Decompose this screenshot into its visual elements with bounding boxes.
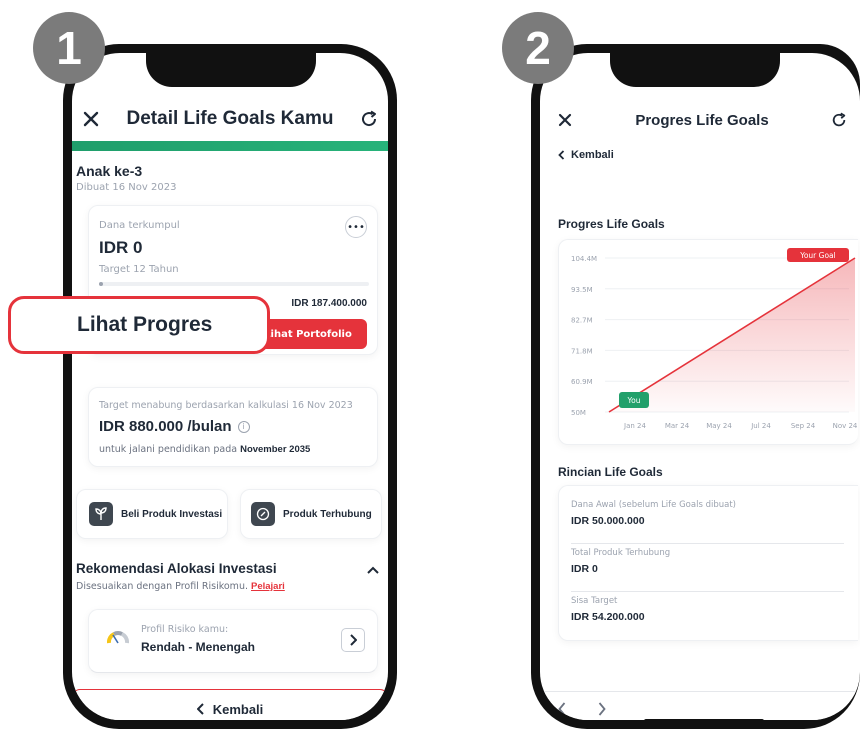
- y-tick-label: 71.8M: [571, 347, 593, 355]
- recommendation-title: Rekomendasi Alokasi Investasi: [76, 561, 277, 576]
- y-tick-label: 60.9M: [571, 378, 593, 386]
- chevron-left-icon: [196, 703, 205, 715]
- risk-gauge-icon: [107, 626, 129, 648]
- nav-back-icon[interactable]: [558, 702, 566, 716]
- more-options-icon[interactable]: •••: [345, 216, 367, 238]
- x-tick-label: Jul 24: [750, 422, 771, 430]
- step-badge-2: 2: [502, 12, 574, 84]
- risk-profile-card[interactable]: Profil Risiko kamu: Rendah - Menengah: [88, 609, 378, 673]
- recommendation-subtitle: Disesuaikan dengan Profil Risikomu. Pela…: [76, 581, 285, 592]
- progress-chart-card: 104.4M 93.5M 82.7M 71.8M 60.9M 50M Jan 24 Mar 2…: [558, 239, 858, 445]
- saving-note: Target menabung berdasarkan kalkulasi 16…: [99, 400, 353, 411]
- x-tick-label: Jan 24: [623, 422, 646, 430]
- y-tick-label: 93.5M: [571, 286, 593, 294]
- phone-1: Detail Life Goals Kamu Anak ke-3 Dibuat …: [63, 44, 397, 729]
- recommendation-subtitle-text: Disesuaikan dengan Profil Risikomu.: [76, 581, 251, 592]
- back-button-label: Kembali: [212, 701, 264, 717]
- close-icon[interactable]: [78, 106, 104, 132]
- fund-target: Target 12 Tahun: [99, 264, 179, 275]
- detail-value: IDR 54.200.000: [571, 611, 645, 623]
- detail-label: Sisa Target: [571, 596, 618, 606]
- saving-target-card: Target menabung berdasarkan kalkulasi 16…: [88, 387, 378, 467]
- buy-investment-label: Beli Produk Investasi: [121, 508, 223, 520]
- top-bar: Progres Life Goals: [540, 105, 860, 135]
- fund-label: Dana terkumpul: [99, 220, 180, 231]
- phone-2-screen: Progres Life Goals Kembali Progres Life …: [540, 53, 860, 720]
- y-tick-label: 50M: [571, 409, 586, 417]
- phone-2: Progres Life Goals Kembali Progres Life …: [531, 44, 860, 729]
- detail-label: Total Produk Terhubung: [571, 548, 671, 558]
- chevron-up-icon[interactable]: [364, 561, 382, 579]
- fund-goal-amount: IDR 187.400.000: [291, 298, 367, 309]
- goal-name: Anak ke-3: [76, 163, 143, 179]
- detail-value: IDR 0: [571, 563, 598, 575]
- you-label: You: [627, 396, 641, 405]
- details-title: Rincian Life Goals: [558, 465, 663, 479]
- x-tick-label: Nov 24: [833, 422, 858, 430]
- page-title: Detail Life Goals Kamu: [126, 108, 334, 129]
- notch: [610, 53, 780, 87]
- back-button[interactable]: Kembali: [72, 689, 388, 720]
- y-tick-label: 82.7M: [571, 317, 593, 325]
- view-portfolio-label: Lihat Portofolio: [264, 328, 352, 340]
- refresh-icon[interactable]: [828, 109, 850, 131]
- chevron-left-icon: [558, 150, 565, 160]
- goal-created-date: Dibuat 16 Nov 2023: [76, 182, 177, 193]
- saving-purpose-prefix: untuk jalani pendidikan pada: [99, 444, 241, 455]
- page-title: Progres Life Goals: [635, 111, 769, 129]
- chevron-right-icon[interactable]: [341, 628, 365, 652]
- nav-forward-icon[interactable]: [598, 702, 606, 716]
- saving-purpose-date: November 2035: [240, 444, 311, 455]
- x-tick-label: Sep 24: [791, 422, 816, 430]
- stage: 1 2 Detail Life Goals Kamu Anak ke-3 Dib…: [0, 0, 860, 729]
- y-tick-label: 104.4M: [571, 255, 597, 263]
- browser-nav-bar: [540, 691, 860, 720]
- saving-amount-row: IDR 880.000 /bulan i: [99, 418, 250, 435]
- link-icon: [251, 502, 275, 526]
- home-indicator: [644, 719, 764, 720]
- fund-progress-track: [99, 282, 369, 286]
- risk-label: Profil Risiko kamu:: [141, 624, 229, 635]
- phone-1-screen: Detail Life Goals Kamu Anak ke-3 Dibuat …: [72, 53, 388, 720]
- x-tick-label: May 24: [706, 422, 732, 430]
- refresh-icon[interactable]: [356, 106, 382, 132]
- top-bar: Detail Life Goals Kamu: [72, 103, 388, 135]
- saving-purpose: untuk jalani pendidikan pada November 20…: [99, 444, 310, 455]
- saving-amount: IDR 880.000 /bulan: [99, 418, 232, 435]
- linked-products-button[interactable]: Produk Terhubung: [240, 489, 382, 539]
- view-progress-callout[interactable]: Lihat Progres: [8, 296, 270, 354]
- risk-value: Rendah - Menengah: [141, 640, 256, 654]
- learn-link[interactable]: Pelajari: [251, 581, 285, 592]
- step-badge-1: 1: [33, 12, 105, 84]
- details-card: Dana Awal (sebelum Life Goals dibuat) IDR…: [558, 485, 858, 641]
- fund-amount: IDR 0: [99, 238, 143, 257]
- detail-value: IDR 50.000.000: [571, 515, 645, 527]
- detail-row: Sisa Target IDR 54.200.000: [571, 596, 844, 640]
- progress-chart: 104.4M 93.5M 82.7M 71.8M 60.9M 50M Jan 24 Mar 2…: [571, 248, 858, 430]
- your-goal-label: Your Goal: [799, 251, 835, 260]
- back-link-label: Kembali: [571, 149, 614, 161]
- info-icon[interactable]: i: [237, 420, 250, 433]
- linked-products-label: Produk Terhubung: [283, 508, 372, 520]
- detail-row: Total Produk Terhubung IDR 0: [571, 548, 844, 592]
- detail-row: Dana Awal (sebelum Life Goals dibuat) IDR…: [571, 500, 844, 544]
- notch: [146, 53, 316, 87]
- fund-progress-fill: [99, 282, 103, 286]
- x-tick-label: Mar 24: [665, 422, 690, 430]
- back-link[interactable]: Kembali: [558, 149, 614, 161]
- plant-icon: [89, 502, 113, 526]
- detail-label: Dana Awal (sebelum Life Goals dibuat): [571, 500, 736, 510]
- chart-title: Progres Life Goals: [558, 217, 665, 231]
- header-gradient-bar: [72, 141, 388, 151]
- buy-investment-button[interactable]: Beli Produk Investasi: [76, 489, 228, 539]
- view-progress-label: Lihat Progres: [77, 313, 213, 336]
- close-icon[interactable]: [554, 109, 576, 131]
